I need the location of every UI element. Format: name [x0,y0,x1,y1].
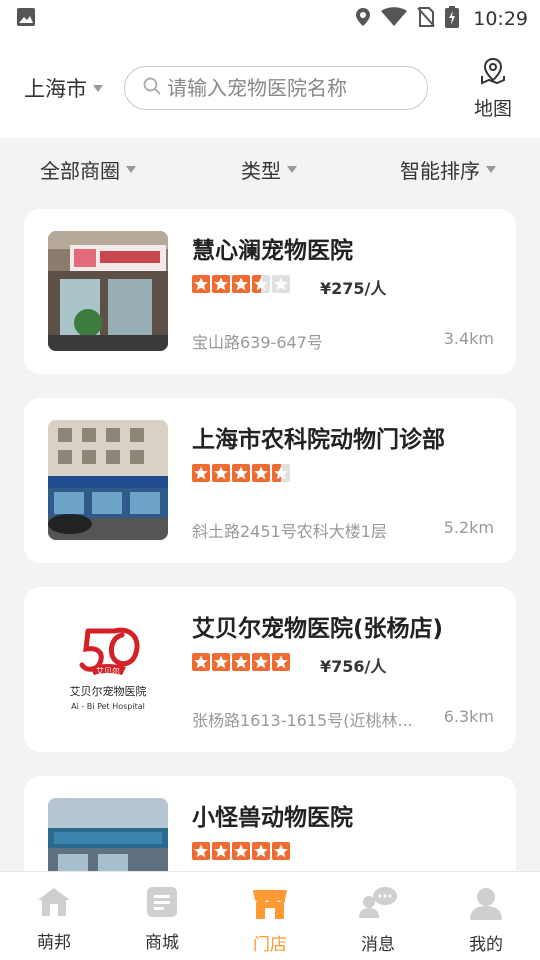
caret-down-icon [126,165,136,173]
hospital-card[interactable]: 艾贝尔 艾贝尔宠物医院 Ai - Bi Pet Hospital 艾贝尔宠物医院… [24,587,516,752]
star-full-icon [192,275,210,293]
tab-store[interactable]: 门店 [216,872,324,960]
logo-badge-text: 艾贝尔 [96,666,120,676]
star-full-icon [252,653,270,671]
logo-text-cn: 艾贝尔宠物医院 [70,684,147,698]
star-half-icon [252,275,270,293]
tab-mall[interactable]: 商城 [108,872,216,960]
star-full-icon [232,275,250,293]
hospital-logo: 艾贝尔 艾贝尔宠物医院 Ai - Bi Pet Hospital [48,609,168,729]
hospital-photo [48,231,168,351]
tab-mengbang[interactable]: 萌邦 [0,872,108,960]
wifi-icon [381,7,408,31]
star-full-icon [192,653,210,671]
star-full-icon [192,842,210,860]
star-full-icon [212,653,230,671]
search-icon [143,77,161,99]
hospital-address: 斜土路2451号农科大楼1层 [192,522,387,541]
filter-type[interactable]: 类型 [241,155,297,184]
logo-text-en: Ai - Bi Pet Hospital [71,702,145,711]
filter-type-label: 类型 [241,158,281,183]
hospital-name: 慧心澜宠物医院 [192,238,353,264]
hospital-name: 艾贝尔宠物医院(张杨店) [192,616,444,642]
status-time: 10:29 [473,8,528,30]
tab-label: 消息 [361,935,395,955]
star-full-icon [252,842,270,860]
search-box[interactable] [124,66,428,110]
tab-mine[interactable]: 我的 [432,872,540,960]
city-selector[interactable]: 上海市 [24,73,124,103]
star-full-icon [272,653,290,671]
hospital-photo [48,420,168,540]
star-empty-icon [272,275,290,293]
star-full-icon [212,842,230,860]
caret-down-icon [486,165,496,173]
caret-down-icon [93,84,103,92]
hospital-name: 小怪兽动物医院 [192,805,353,831]
tab-messages[interactable]: 消息 [324,872,432,960]
hospital-distance: 6.3km [443,707,494,726]
map-pin-icon [478,56,508,90]
star-full-icon [232,464,250,482]
hospital-address: 张杨路1613-1615号(近桃林... [192,711,413,730]
list-icon [146,886,178,922]
user-icon [469,886,503,924]
rating-stars [192,653,290,671]
hospital-distance: 5.2km [443,518,494,537]
tab-label: 商城 [145,933,179,953]
search-input[interactable] [167,76,407,100]
map-button[interactable]: 地图 [468,56,518,121]
store-icon [251,886,289,924]
location-icon [355,7,371,31]
header: 上海市 地图 [0,38,540,138]
no-sim-icon [417,7,435,31]
status-bar: 10:29 [0,0,540,38]
star-full-icon [192,464,210,482]
price-per-person: ¥275/人 [320,279,387,298]
hospital-address: 宝山路639-647号 [192,333,323,352]
hospital-card[interactable]: 慧心澜宠物医院 ¥275/人 宝山路639-647号 3.4km [24,209,516,374]
bottom-tab-bar: 萌邦 商城 门店 消息 我的 [0,871,540,960]
price-per-person: ¥756/人 [320,657,387,676]
filter-sort[interactable]: 智能排序 [400,155,496,184]
rating-stars [192,275,290,293]
tab-label: 门店 [253,935,287,955]
rating-stars [192,842,290,860]
hospital-name: 上海市农科院动物门诊部 [192,427,445,453]
star-full-icon [232,653,250,671]
gallery-icon [16,7,36,31]
battery-icon [445,6,460,32]
chat-icon [357,886,399,924]
star-full-icon [212,464,230,482]
star-full-icon [252,464,270,482]
tab-label: 我的 [469,935,503,955]
star-full-icon [272,842,290,860]
tab-label: 萌邦 [37,933,71,953]
map-label: 地图 [473,97,512,120]
filter-sort-label: 智能排序 [400,158,480,183]
rating-stars [192,464,290,482]
house-icon [36,886,72,922]
star-half-icon [272,464,290,482]
city-label: 上海市 [24,77,87,101]
filter-area-label: 全部商圈 [40,158,120,183]
star-full-icon [232,842,250,860]
filter-bar: 全部商圈 类型 智能排序 [0,138,540,200]
star-full-icon [212,275,230,293]
filter-area[interactable]: 全部商圈 [40,155,136,184]
hospital-card[interactable]: 上海市农科院动物门诊部 斜土路2451号农科大楼1层 5.2km [24,398,516,563]
caret-down-icon [287,165,297,173]
hospital-distance: 3.4km [443,329,494,348]
